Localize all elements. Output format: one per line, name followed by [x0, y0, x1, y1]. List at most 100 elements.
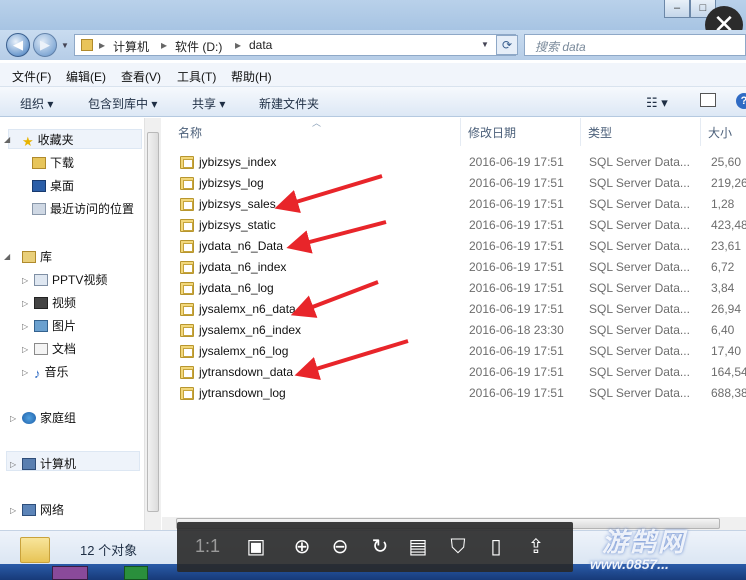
nav-homegroup[interactable]: 家庭组	[22, 409, 76, 429]
bookmark-icon[interactable]: ⛉	[445, 534, 471, 560]
column-header-date[interactable]: 修改日期	[468, 124, 516, 141]
expand-arrow-icon[interactable]: ▷	[22, 322, 28, 331]
device-icon[interactable]: ▯	[483, 534, 509, 560]
share-button[interactable]: 共享 ▾	[192, 95, 225, 112]
help-icon[interactable]: ?	[736, 93, 746, 109]
collapse-arrow-icon[interactable]: ◢	[4, 135, 10, 144]
breadcrumb-computer[interactable]: 计算机	[113, 38, 149, 55]
star-icon: ★	[22, 134, 34, 149]
address-dropdown-icon[interactable]: ▼	[481, 40, 489, 49]
file-row[interactable]: jytransdown_log 2016-06-19 17:51 SQL Serve…	[162, 383, 746, 404]
picture-library-icon	[34, 320, 48, 332]
column-divider[interactable]	[460, 118, 461, 146]
column-header-name[interactable]: 名称	[178, 124, 202, 141]
search-placeholder: 搜索 data	[535, 40, 586, 54]
preview-pane-icon[interactable]	[700, 93, 716, 107]
nav-pictures[interactable]: 图片	[34, 317, 76, 337]
nav-music[interactable]: ♪ 音乐	[34, 363, 69, 383]
nav-documents[interactable]: 文档	[34, 340, 76, 360]
file-row[interactable]: jybizsys_log 2016-06-19 17:51 SQL Server D…	[162, 173, 746, 194]
nav-scrollbar[interactable]	[144, 118, 161, 530]
zoom-out-icon[interactable]: ⊖	[327, 534, 353, 560]
expand-arrow-icon[interactable]: ▷	[10, 460, 16, 469]
column-divider[interactable]	[700, 118, 701, 146]
file-row[interactable]: jybizsys_static 2016-06-19 17:51 SQL Serve…	[162, 215, 746, 236]
nav-computer[interactable]: 计算机	[22, 455, 76, 475]
file-type: SQL Server Data...	[589, 197, 690, 211]
nav-computer-label: 计算机	[40, 457, 77, 471]
menu-edit[interactable]: 编辑(E)	[66, 68, 106, 85]
breadcrumb-drive[interactable]: 软件 (D:)	[175, 38, 222, 55]
file-row[interactable]: jytransdown_data 2016-06-19 17:51 SQL Serv…	[162, 362, 746, 383]
nav-scrollbar-thumb[interactable]	[147, 132, 159, 512]
nav-recent-places[interactable]: 最近访问的位置	[32, 200, 134, 220]
file-row[interactable]: jydata_n6_index 2016-06-19 17:51 SQL Serve…	[162, 257, 746, 278]
file-type: SQL Server Data...	[589, 365, 690, 379]
refresh-icon[interactable]: ⟳	[496, 35, 518, 55]
menu-tools[interactable]: 工具(T)	[177, 68, 216, 85]
rotate-icon[interactable]: ↻	[367, 534, 393, 560]
nav-libraries[interactable]: 库	[22, 248, 52, 268]
file-type: SQL Server Data...	[589, 386, 690, 400]
nav-desktop[interactable]: 桌面	[32, 177, 74, 197]
zoom-in-icon[interactable]: ⊕	[289, 534, 315, 560]
file-size: 25,60	[711, 155, 742, 169]
breadcrumb-data[interactable]: data	[249, 38, 272, 52]
share-icon[interactable]: ⇪	[523, 534, 549, 560]
file-name: jysalemx_n6_index	[199, 323, 302, 337]
expand-arrow-icon[interactable]: ▷	[10, 414, 16, 423]
file-name: jydata_n6_index	[199, 260, 287, 274]
file-row[interactable]: jysalemx_n6_log 2016-06-19 17:51 SQL Serve…	[162, 341, 746, 362]
file-list: ︿ 名称 修改日期 类型 大小 jybizsys_index 2016-06-19…	[162, 118, 746, 518]
search-input[interactable]: 搜索 data	[524, 34, 746, 56]
nav-downloads[interactable]: 下载	[32, 154, 74, 174]
forward-button[interactable]: ▶	[33, 33, 57, 57]
menu-bar: 文件(F) 编辑(E) 查看(V) 工具(T) 帮助(H)	[0, 63, 746, 87]
expand-arrow-icon[interactable]: ▷	[22, 299, 28, 308]
file-name: jybizsys_static	[199, 218, 276, 232]
actual-size-button[interactable]: 1:1	[195, 536, 220, 557]
save-icon[interactable]: ▤	[405, 534, 431, 560]
expand-arrow-icon[interactable]: ▷	[22, 276, 28, 285]
file-name: jybizsys_sales	[199, 197, 276, 211]
address-bar[interactable]: ▸ 计算机 ▸ 软件 (D:) ▸ data ▼	[74, 34, 516, 56]
file-row[interactable]: jybizsys_index 2016-06-19 17:51 SQL Server…	[162, 152, 746, 173]
expand-arrow-icon[interactable]: ▷	[22, 368, 28, 377]
breadcrumb-separator: ▸	[161, 38, 168, 52]
collapse-arrow-icon[interactable]: ◢	[4, 252, 10, 261]
excel-taskbar-icon[interactable]	[124, 566, 148, 580]
winrar-taskbar-icon[interactable]	[52, 566, 88, 580]
menu-help[interactable]: 帮助(H)	[231, 68, 272, 85]
view-options-icon[interactable]: ☷ ▾	[646, 95, 668, 111]
menu-file[interactable]: 文件(F)	[12, 68, 51, 85]
nav-network[interactable]: 网络	[22, 501, 64, 521]
file-row[interactable]: jysalemx_n6_data 2016-06-19 17:51 SQL Serv…	[162, 299, 746, 320]
fit-to-window-icon[interactable]: ▣	[243, 534, 269, 560]
minimize-button[interactable]: –	[664, 0, 690, 18]
column-header-type[interactable]: 类型	[588, 124, 612, 141]
file-row[interactable]: jybizsys_sales 2016-06-19 17:51 SQL Server…	[162, 194, 746, 215]
document-library-icon	[34, 343, 48, 355]
column-header-size[interactable]: 大小	[708, 124, 732, 141]
database-file-icon	[180, 261, 194, 274]
file-row[interactable]: jysalemx_n6_index 2016-06-18 23:30 SQL Ser…	[162, 320, 746, 341]
expand-arrow-icon[interactable]: ▷	[10, 506, 16, 515]
back-button[interactable]: ◀	[6, 33, 30, 57]
new-folder-button[interactable]: 新建文件夹	[259, 95, 319, 112]
file-name: jytransdown_data	[199, 365, 294, 379]
homegroup-icon	[22, 412, 36, 424]
column-divider[interactable]	[580, 118, 581, 146]
item-count: 12 个对象	[80, 543, 138, 558]
recent-pages-chevron-icon[interactable]: ▼	[61, 41, 69, 50]
file-row[interactable]: jydata_n6_Data 2016-06-19 17:51 SQL Server…	[162, 236, 746, 257]
organize-button[interactable]: 组织 ▾	[20, 95, 53, 112]
expand-arrow-icon[interactable]: ▷	[22, 345, 28, 354]
breadcrumb-separator: ▸	[99, 38, 106, 52]
nav-videos[interactable]: 视频	[34, 294, 76, 314]
include-in-library-button[interactable]: 包含到库中 ▾	[88, 95, 157, 112]
nav-network-label: 网络	[40, 503, 65, 517]
nav-favorites[interactable]: ★ 收藏夹	[22, 131, 74, 151]
nav-pptv-videos[interactable]: PPTV视频	[34, 271, 107, 291]
file-row[interactable]: jydata_n6_log 2016-06-19 17:51 SQL Server …	[162, 278, 746, 299]
menu-view[interactable]: 查看(V)	[121, 68, 161, 85]
